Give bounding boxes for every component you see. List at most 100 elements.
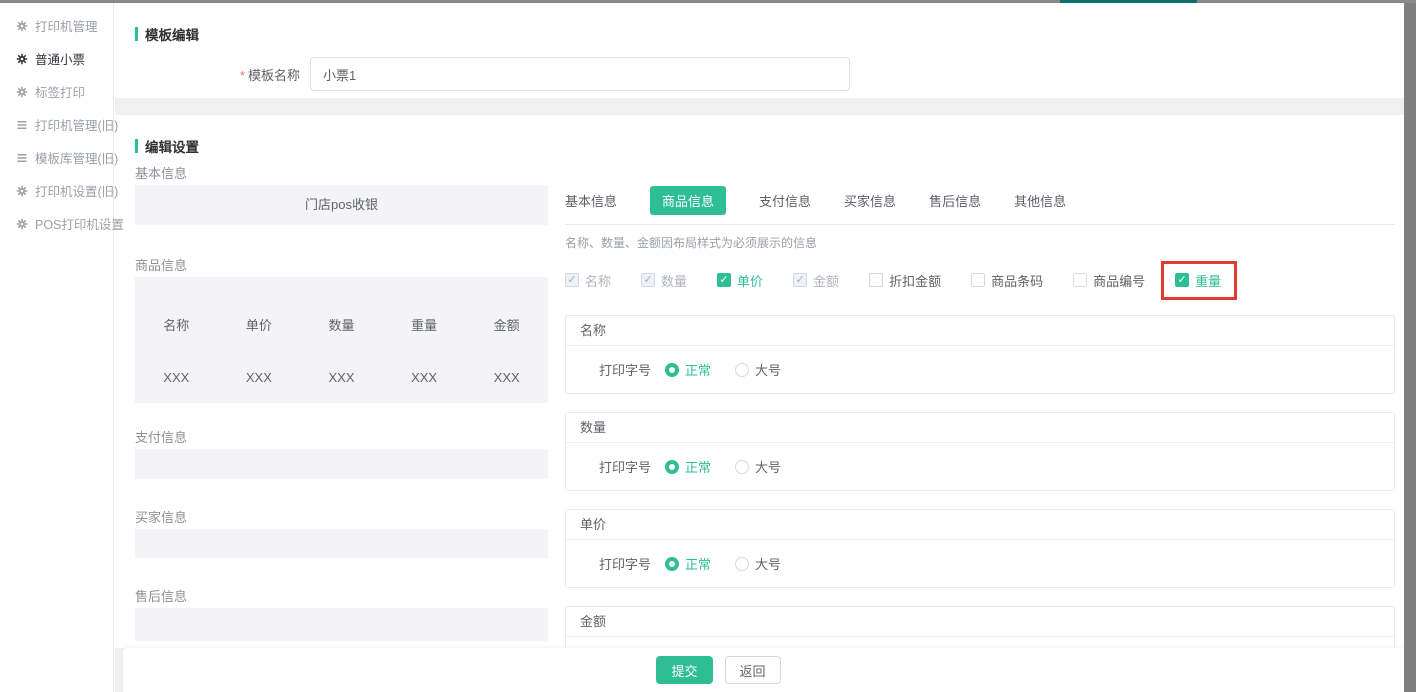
radio-icon: [665, 363, 679, 377]
radio-normal[interactable]: 正常: [665, 360, 711, 379]
radio-icon: [735, 460, 749, 474]
preview-payment-label: 支付信息: [135, 429, 548, 447]
main-content: 模板编辑 *模板名称 编辑设置 基本信息 门店pos收银 商品信息: [115, 3, 1404, 692]
tab-buyer-info[interactable]: 买家信息: [844, 186, 896, 215]
field-card-quantity: 数量 打印字号 正常 大号: [565, 412, 1395, 491]
goods-col: 单价: [218, 315, 301, 334]
sidebar-item-label: 标签打印: [35, 82, 85, 101]
goods-val: XXX: [135, 370, 218, 385]
radio-icon: [735, 557, 749, 571]
goods-col: 数量: [300, 315, 383, 334]
goods-col: 重量: [383, 315, 466, 334]
radio-normal[interactable]: 正常: [665, 457, 711, 476]
goods-field-checkboxes: 名称 数量 单价 金额: [565, 272, 1395, 288]
scrollbar[interactable]: [1404, 3, 1416, 692]
checkbox-weight[interactable]: 重量: [1175, 271, 1221, 290]
template-edit-section: 模板编辑 *模板名称: [115, 3, 1404, 98]
goods-col: 金额: [465, 315, 548, 334]
tab-payment-info[interactable]: 支付信息: [759, 186, 811, 215]
sidebar-item-printer-management[interactable]: 打印机管理: [0, 9, 113, 42]
section-accent-bar: [135, 27, 138, 41]
gear-icon: [16, 185, 28, 197]
print-size-label: 打印字号: [599, 360, 651, 379]
print-size-label: 打印字号: [599, 554, 651, 573]
checkbox-unit-price[interactable]: 单价: [717, 271, 763, 290]
print-size-label: 打印字号: [599, 457, 651, 476]
checkbox-product-barcode[interactable]: 商品条码: [971, 271, 1043, 290]
checkbox-icon: [793, 273, 807, 287]
radio-icon: [665, 557, 679, 571]
window-top-accent: [1060, 0, 1197, 3]
section-title-template-edit: 模板编辑: [135, 24, 1404, 44]
goods-val: XXX: [465, 370, 548, 385]
goods-val: XXX: [300, 370, 383, 385]
back-button[interactable]: 返回: [725, 656, 781, 684]
checkbox-weight-wrapper: 重量: [1175, 271, 1221, 290]
required-fields-hint: 名称、数量、金额因布局样式为必须展示的信息: [565, 234, 1395, 251]
checkbox-name: 名称: [565, 271, 611, 290]
receipt-preview: 基本信息 门店pos收银 商品信息 名称 单价 数量 重量 金额 XXX XXX…: [135, 165, 548, 641]
sidebar-item-label: 模板库管理(旧): [35, 148, 118, 167]
required-mark: *: [240, 68, 245, 83]
list-icon: [16, 119, 28, 131]
preview-payment-box[interactable]: [135, 449, 548, 479]
tab-aftersale-info[interactable]: 售后信息: [929, 186, 981, 215]
checkbox-icon: [565, 273, 579, 287]
radio-icon: [735, 363, 749, 377]
sidebar: 打印机管理 普通小票 标签打印 打印机管理(旧) 模板库管理(旧) 打印机设置(…: [0, 3, 114, 692]
goods-table-values: XXX XXX XXX XXX XXX: [135, 370, 548, 385]
sidebar-item-normal-receipt[interactable]: 普通小票: [0, 42, 113, 75]
sidebar-item-template-library-old[interactable]: 模板库管理(旧): [0, 141, 113, 174]
checkbox-product-code[interactable]: 商品编号: [1073, 271, 1145, 290]
gear-icon: [16, 86, 28, 98]
radio-large[interactable]: 大号: [735, 554, 781, 573]
preview-goods-box[interactable]: 名称 单价 数量 重量 金额 XXX XXX XXX XXX XXX: [135, 277, 548, 403]
preview-buyer-label: 买家信息: [135, 509, 548, 527]
field-card-body: 打印字号 正常 大号: [566, 443, 1394, 490]
sidebar-item-label-print[interactable]: 标签打印: [0, 75, 113, 108]
sidebar-item-printer-management-old[interactable]: 打印机管理(旧): [0, 108, 113, 141]
tab-other-info[interactable]: 其他信息: [1014, 186, 1066, 215]
checkbox-discount-amount[interactable]: 折扣金额: [869, 271, 941, 290]
checkbox-icon: [717, 273, 731, 287]
settings-panel: 基本信息 商品信息 支付信息 买家信息 售后信息 其他信息 名称、数量、金额因布…: [565, 165, 1395, 648]
gear-icon: [16, 53, 28, 65]
tab-goods-info[interactable]: 商品信息: [650, 186, 726, 215]
template-name-row: *模板名称: [135, 57, 1404, 91]
template-name-input[interactable]: [310, 57, 850, 91]
goods-col: 名称: [135, 315, 218, 334]
preview-aftersale-label: 售后信息: [135, 588, 548, 606]
submit-button[interactable]: 提交: [656, 656, 712, 684]
gear-icon: [16, 20, 28, 32]
sidebar-item-label: 打印机管理(旧): [35, 115, 118, 134]
app-window: 打印机管理 普通小票 标签打印 打印机管理(旧) 模板库管理(旧) 打印机设置(…: [0, 0, 1416, 692]
field-card-body: 打印字号 正常 大号: [566, 540, 1394, 587]
list-icon: [16, 152, 28, 164]
tabs-divider: [565, 224, 1395, 225]
field-card-title: 单价: [566, 510, 1394, 540]
radio-large[interactable]: 大号: [735, 457, 781, 476]
preview-basic-label: 基本信息: [135, 165, 548, 183]
sidebar-item-printer-settings-old[interactable]: 打印机设置(旧): [0, 174, 113, 207]
edit-settings-section: 编辑设置 基本信息 门店pos收银 商品信息 名称 单价 数量 重量 金额 X: [115, 115, 1404, 648]
goods-val: XXX: [218, 370, 301, 385]
checkbox-amount: 金额: [793, 271, 839, 290]
tab-basic-info[interactable]: 基本信息: [565, 186, 617, 215]
sidebar-item-label: POS打印机设置: [35, 214, 124, 233]
sidebar-item-label: 普通小票: [35, 49, 85, 68]
goods-val: XXX: [383, 370, 466, 385]
goods-table-header: 名称 单价 数量 重量 金额: [135, 315, 548, 334]
field-card-unit-price: 单价 打印字号 正常 大号: [565, 509, 1395, 588]
preview-buyer-box[interactable]: [135, 529, 548, 558]
radio-large[interactable]: 大号: [735, 360, 781, 379]
gear-icon: [16, 218, 28, 230]
preview-goods-label: 商品信息: [135, 257, 548, 275]
field-card-name: 名称 打印字号 正常 大号: [565, 315, 1395, 394]
preview-aftersale-box[interactable]: [135, 608, 548, 641]
checkbox-quantity: 数量: [641, 271, 687, 290]
preview-basic-box[interactable]: 门店pos收银: [135, 185, 548, 225]
info-tabs: 基本信息 商品信息 支付信息 买家信息 售后信息 其他信息: [565, 186, 1395, 215]
radio-normal[interactable]: 正常: [665, 554, 711, 573]
field-card-title: 数量: [566, 413, 1394, 443]
sidebar-item-pos-printer-settings[interactable]: POS打印机设置: [0, 207, 113, 240]
